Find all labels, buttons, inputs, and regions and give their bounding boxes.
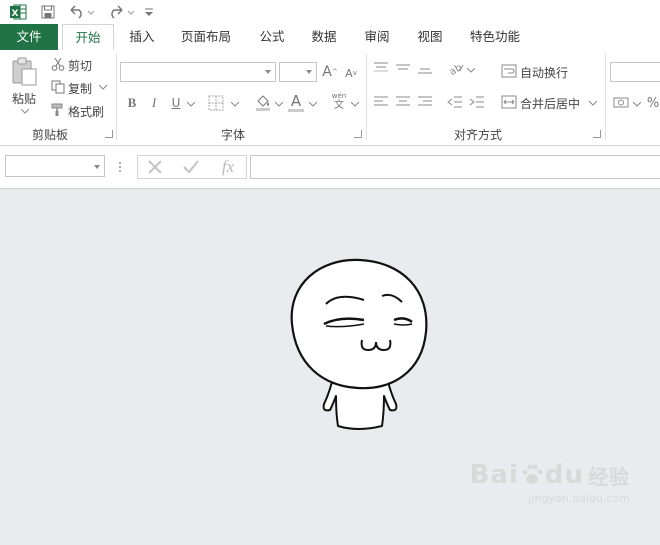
align-top-icon[interactable] [372, 60, 390, 76]
orientation-icon[interactable]: ab [446, 60, 466, 76]
font-name-combo[interactable] [120, 62, 276, 82]
tab-page-layout[interactable]: 页面布局 [174, 24, 238, 50]
increase-indent-icon[interactable] [468, 94, 486, 110]
watermark-brand: Bai [469, 460, 519, 490]
tab-special-features[interactable]: 特色功能 [462, 24, 528, 50]
paste-dropdown-icon[interactable] [18, 106, 32, 116]
sheet-canvas: Bai du 经验 jingyan.baidu.com [0, 189, 660, 545]
tab-review[interactable]: 审阅 [357, 24, 397, 50]
font-size-combo[interactable] [279, 62, 317, 82]
group-divider [366, 54, 367, 140]
paw-icon [519, 462, 545, 488]
formula-buttons: fx [137, 155, 247, 179]
name-box[interactable] [5, 155, 105, 177]
cut-label[interactable]: 剪切 [68, 57, 92, 74]
save-icon[interactable] [38, 2, 58, 22]
align-center-icon[interactable] [394, 94, 412, 110]
font-color-dropdown-icon[interactable] [308, 99, 318, 109]
phonetic-dropdown-icon[interactable] [350, 99, 360, 109]
tab-data[interactable]: 数据 [304, 24, 344, 50]
orientation-dropdown-icon[interactable] [466, 65, 476, 75]
underline-dropdown-icon[interactable] [186, 99, 196, 109]
watermark-url: jingyan.baidu.com [528, 492, 630, 505]
excel-logo-icon: X [8, 2, 28, 22]
group-divider [605, 54, 606, 140]
grow-font-icon[interactable]: A ^ [322, 62, 338, 82]
format-painter-icon[interactable] [50, 102, 66, 118]
align-right-icon[interactable] [416, 94, 434, 110]
bold-button[interactable]: B [124, 94, 140, 112]
group-divider [116, 54, 117, 140]
accounting-format-icon[interactable] [612, 94, 630, 110]
redo-icon[interactable] [106, 2, 136, 22]
format-painter-label[interactable]: 格式刷 [68, 103, 104, 120]
watermark-suffix: 经验 [588, 464, 630, 489]
decrease-indent-icon[interactable] [446, 94, 464, 110]
alignment-dialog-launcher-icon[interactable] [593, 130, 601, 138]
quick-access-toolbar: X [0, 0, 660, 24]
align-left-icon[interactable] [372, 94, 390, 110]
formula-bar-grip-icon[interactable] [118, 160, 122, 174]
scissors-icon[interactable] [50, 56, 66, 72]
align-middle-icon[interactable] [394, 60, 412, 76]
tab-view[interactable]: 视图 [410, 24, 450, 50]
phonetic-guide-icon[interactable]: wén 文 [328, 90, 350, 114]
italic-button[interactable]: I [146, 94, 162, 112]
ribbon-home: 粘贴 剪切 复制 格式刷 剪贴板 A ^ Av B I U A wén 文 字体… [0, 50, 660, 146]
undo-icon[interactable] [66, 2, 96, 22]
fill-color-icon[interactable] [253, 92, 273, 112]
clipboard-group-label: 剪贴板 [31, 128, 68, 142]
percent-style-button[interactable]: % [646, 94, 660, 112]
watermark-brand-2: du [544, 460, 584, 490]
clipboard-dialog-launcher-icon[interactable] [105, 130, 113, 138]
copy-icon[interactable] [50, 79, 66, 95]
borders-icon[interactable] [206, 94, 226, 112]
tab-home[interactable]: 开始 [62, 24, 114, 50]
paste-icon[interactable] [10, 56, 40, 88]
alignment-group-label: 对齐方式 [453, 128, 502, 142]
insert-function-icon[interactable]: fx [216, 156, 240, 178]
merge-center-dropdown-icon[interactable] [588, 98, 598, 108]
enter-check-icon[interactable] [180, 158, 202, 176]
merge-center-icon[interactable] [500, 94, 518, 110]
font-dialog-launcher-icon[interactable] [354, 130, 362, 138]
formula-input[interactable] [250, 155, 660, 179]
wrap-text-label[interactable]: 自动换行 [520, 64, 568, 81]
merge-center-label[interactable]: 合并后居中 [520, 95, 580, 112]
svg-text:X: X [12, 9, 19, 19]
wrap-text-icon[interactable] [500, 63, 518, 79]
cartoon-face-image[interactable] [280, 254, 440, 434]
cancel-icon[interactable] [144, 158, 166, 176]
ribbon-tab-bar: 文件 开始 插入 页面布局 公式 数据 审阅 视图 特色功能 [0, 24, 660, 51]
underline-button[interactable]: U [168, 94, 184, 112]
customize-qat-icon[interactable] [142, 2, 156, 22]
font-group-label: 字体 [220, 128, 245, 142]
copy-label[interactable]: 复制 [68, 80, 92, 97]
number-format-combo[interactable] [610, 62, 660, 82]
tab-file[interactable]: 文件 [0, 24, 58, 50]
font-color-icon[interactable]: A [288, 92, 304, 112]
baidu-jingyan-watermark: Bai du 经验 jingyan.baidu.com [470, 460, 630, 505]
formula-bar: fx [0, 146, 660, 189]
tab-insert[interactable]: 插入 [122, 24, 162, 50]
shrink-font-icon[interactable]: Av [344, 64, 358, 82]
svg-text:ab: ab [448, 62, 464, 75]
copy-dropdown-icon[interactable] [98, 82, 108, 92]
accounting-dropdown-icon[interactable] [632, 99, 642, 109]
fill-color-dropdown-icon[interactable] [274, 99, 284, 109]
tab-formulas[interactable]: 公式 [252, 24, 292, 50]
borders-dropdown-icon[interactable] [230, 99, 240, 109]
align-bottom-icon[interactable] [416, 60, 434, 76]
paste-label[interactable]: 粘贴 [12, 90, 36, 107]
